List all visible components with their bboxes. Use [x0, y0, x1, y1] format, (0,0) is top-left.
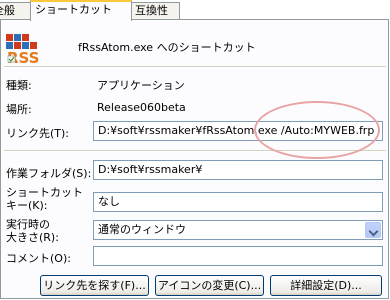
run-label: 実行時の 大きさ(R):	[6, 218, 59, 244]
shortcut-key-label-line2: キー(K):	[6, 199, 48, 212]
target-input[interactable]: D:¥soft¥rssmaker¥fRssAtom.exe /Auto:MYWE…	[93, 121, 383, 141]
type-label: 種類:	[6, 79, 32, 92]
target-label: リンク先(T):	[6, 127, 70, 140]
tab-compatibility[interactable]: 互換性	[130, 2, 180, 19]
comment-input[interactable]	[93, 246, 383, 266]
shortcut-key-input[interactable]: なし	[93, 192, 383, 212]
start-in-input[interactable]: D:¥soft¥rssmaker¥	[93, 160, 383, 180]
find-target-button[interactable]: リンク先を探す(F)...	[40, 275, 149, 296]
comment-label: コメント(O):	[6, 252, 71, 265]
start-in-label: 作業フォルダ(S):	[6, 167, 92, 180]
type-value: アプリケーション	[97, 79, 185, 92]
advanced-button[interactable]: 詳細設定(D)...	[270, 275, 382, 296]
location-label: 場所:	[6, 103, 32, 116]
chevron-down-icon[interactable]	[365, 222, 381, 238]
tab-general-label: 全般	[0, 4, 15, 17]
run-label-line2: 大きさ(R):	[6, 231, 59, 244]
run-select[interactable]: 通常のウィンドウ	[93, 220, 383, 240]
run-label-line1: 実行時の	[6, 218, 50, 231]
change-icon-button[interactable]: アイコンの変更(C)...	[155, 275, 264, 296]
tab-shortcut[interactable]: ショートカット	[30, 0, 132, 21]
shortcut-title: fRssAtom.exe へのショートカット	[78, 41, 256, 54]
shortcut-key-label-line1: ショートカット	[6, 186, 83, 199]
tab-shortcut-label: ショートカット	[35, 3, 112, 16]
tab-compatibility-label: 互換性	[135, 4, 168, 17]
shortcut-key-label: ショートカット キー(K):	[6, 186, 83, 212]
separator-mid	[4, 150, 386, 152]
tab-strip: 全般 互換性 ショートカット	[0, 0, 390, 21]
rss-app-icon: RSS	[6, 34, 39, 67]
separator-top	[4, 66, 386, 68]
location-value: Release060beta	[97, 101, 186, 114]
tab-general[interactable]: 全般	[0, 2, 32, 19]
run-select-value: 通常のウィンドウ	[98, 223, 186, 236]
